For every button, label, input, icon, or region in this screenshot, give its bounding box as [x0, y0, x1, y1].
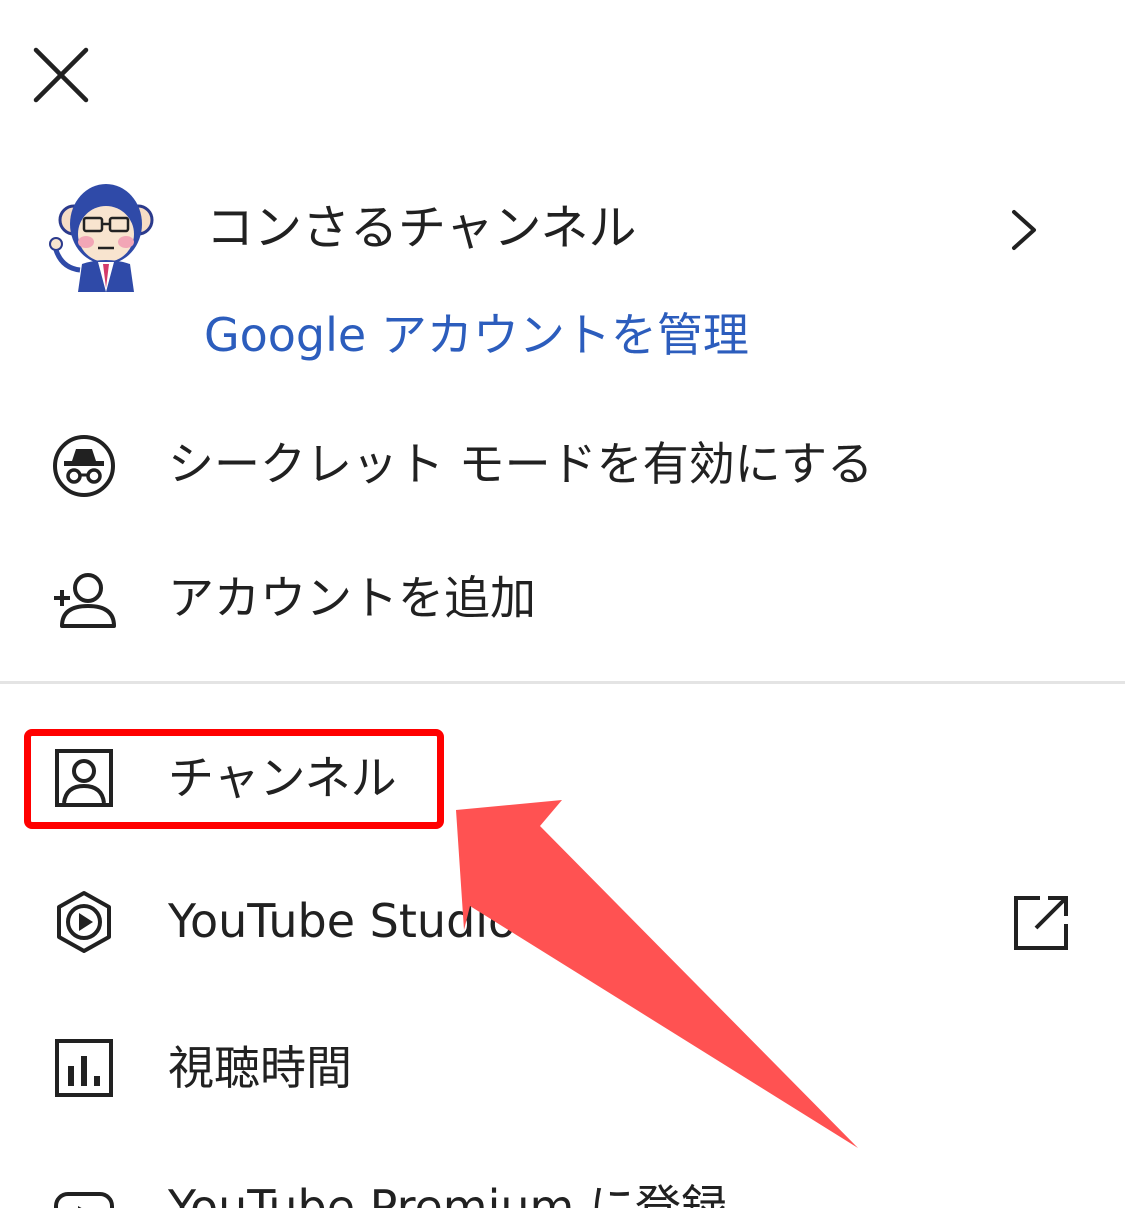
incognito-icon	[50, 432, 118, 500]
channel-icon	[50, 744, 118, 812]
account-menu-page: コンさるチャンネル Google アカウントを管理 シークレット モードを有効に…	[0, 0, 1125, 1208]
youtube-premium-icon	[50, 1182, 118, 1208]
external-link-button[interactable]	[1010, 892, 1072, 954]
youtube-studio-icon	[50, 888, 118, 956]
add-account-icon	[50, 566, 118, 634]
menu-label-watch-time: 視聴時間	[168, 1041, 352, 1095]
manage-google-account-link[interactable]: Google アカウントを管理	[204, 304, 749, 366]
menu-label-youtube-premium: YouTube Premium に登録	[168, 1180, 727, 1208]
menu-label-incognito: シークレット モードを有効にする	[168, 437, 874, 491]
close-icon	[33, 47, 89, 103]
menu-label-youtube-studio: YouTube Studio	[168, 894, 517, 948]
account-name: コンさるチャンネル	[206, 200, 637, 256]
close-button[interactable]	[26, 40, 96, 110]
watch-time-icon	[50, 1034, 118, 1102]
external-link-icon	[1014, 896, 1068, 950]
divider	[0, 681, 1125, 684]
avatar	[46, 176, 162, 292]
account-chevron[interactable]	[1000, 200, 1050, 260]
chevron-right-icon	[1012, 210, 1036, 250]
menu-label-add-account: アカウントを追加	[168, 571, 536, 625]
menu-label-channel: チャンネル	[168, 751, 397, 805]
